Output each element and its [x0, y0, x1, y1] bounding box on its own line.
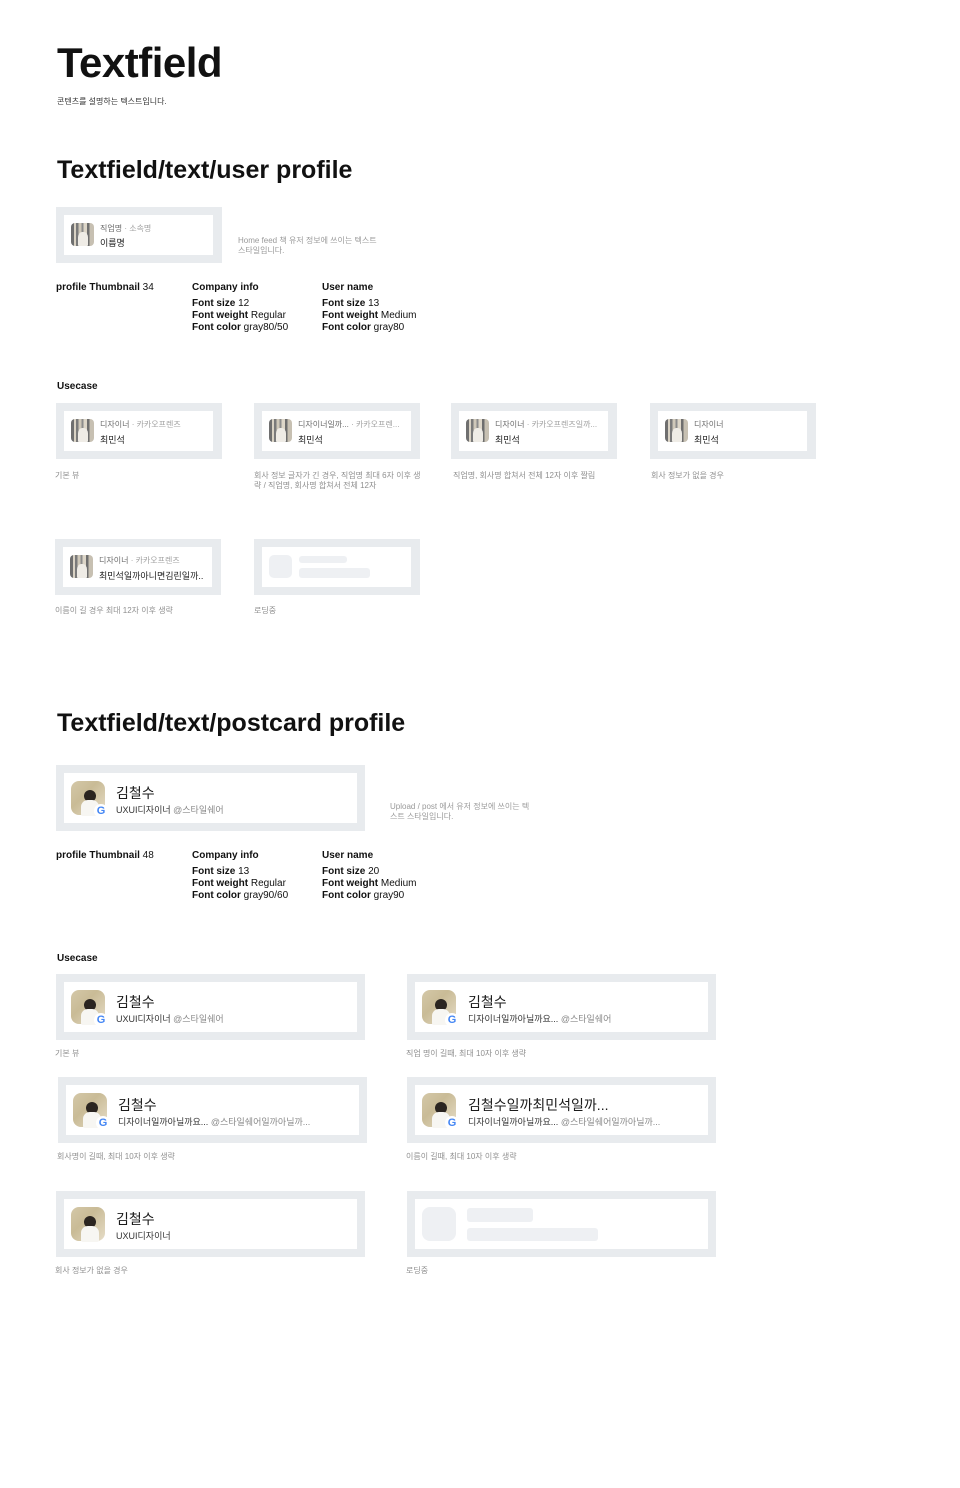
profile-thumbnail: G	[422, 990, 459, 1027]
company-info: UXUI디자이너 @스타일쉐어	[116, 1014, 224, 1024]
google-icon: G	[445, 1013, 459, 1027]
skeleton-thumbnail	[269, 555, 292, 578]
user-profile-note: Home feed 책 유저 정보에 쓰이는 텍스트 스타일입니다.	[238, 236, 377, 256]
section-title-postcard-profile: Textfield/text/postcard profile	[57, 709, 406, 737]
usecase-card: G 김철수일까최민석일까... 디자이너일까아닐까요... @스타일쉐어일까아닐…	[407, 1077, 716, 1143]
company-info: UXUI디자이너	[116, 1231, 171, 1241]
usecase-caption: 기본 뷰	[55, 471, 80, 480]
spec-company-info: Company info Font size 13 Font weight Re…	[192, 850, 289, 901]
company-info: 디자이너일까아닐까요... @스타일쉐어일까아닐까...	[468, 1117, 661, 1127]
page-description: 콘텐츠를 설명하는 텍스트입니다.	[57, 97, 167, 106]
company-info: 디자이너	[694, 420, 724, 429]
google-icon: G	[94, 1013, 108, 1027]
company-info: 디자이너일까아닐까요... @스타일쉐어	[468, 1014, 612, 1024]
spec-thumbnail: profile Thumbnail 48	[56, 850, 154, 861]
usecase-card: 디자이너 · 카카오프렌즈일까... 최민석	[451, 403, 617, 459]
usecase-card-loading	[407, 1191, 716, 1257]
user-name: 이름명	[100, 238, 125, 248]
usecase-caption: 로딩중	[406, 1266, 429, 1275]
profile-thumbnail: G	[71, 781, 108, 818]
user-name: 김철수일까최민석일까...	[468, 1097, 609, 1113]
usecase-caption: 회사 정보가 없을 경우	[651, 471, 724, 480]
user-name: 김철수	[116, 1211, 155, 1227]
user-name: 김철수	[116, 994, 155, 1010]
skeleton-line	[299, 568, 370, 578]
usecase-card: 디자이너 · 카카오프렌즈 최민석	[56, 403, 222, 459]
user-name: 최민석	[298, 435, 323, 445]
user-name: 최민석	[100, 435, 125, 445]
postcard-profile-note: Upload / post 에서 유저 정보에 쓰이는 텍스트 스타일입니다.	[390, 802, 530, 822]
usecase-card: G 김철수 디자이너일까아닐까요... @스타일쉐어	[407, 974, 716, 1040]
usecase-caption: 회사 정보 글자가 긴 경우, 직업명 최대 6자 이후 생략 / 직업명, 회…	[254, 471, 421, 491]
skeleton-line	[467, 1208, 533, 1222]
spec-user-name: User name Font size 13 Font weight Mediu…	[322, 282, 417, 333]
user-name: 최민석	[694, 435, 719, 445]
user-name: 김철수	[116, 785, 155, 801]
usecase-caption: 이름이 길때, 최대 10자 이후 생략	[406, 1152, 517, 1161]
company-info: 직업명 · 소속명	[100, 224, 152, 233]
spec-company-info: Company info Font size 12 Font weight Re…	[192, 282, 289, 333]
usecase-card: 김철수 UXUI디자이너	[56, 1191, 365, 1257]
user-profile-example-frame: 직업명 · 소속명 이름명	[56, 207, 222, 263]
usecase-card: 디자이너 · 카카오프렌즈 최민석일까아니면김린일까..	[55, 539, 221, 595]
profile-thumbnail	[665, 419, 688, 442]
usecase-card: G 김철수 디자이너일까아닐까요... @스타일쉐어일까아닐까...	[58, 1077, 367, 1143]
profile-thumbnail	[269, 419, 292, 442]
user-name: 최민석	[495, 435, 520, 445]
profile-thumbnail	[71, 223, 94, 246]
skeleton-line	[467, 1228, 598, 1241]
profile-thumbnail	[71, 1207, 105, 1242]
postcard-profile-example-frame: G 김철수 UXUI디자이너 @스타일쉐어	[56, 765, 365, 831]
profile-thumbnail	[70, 555, 93, 578]
usecase-card-loading	[254, 539, 420, 595]
company-info: 디자이너일까아닐까요... @스타일쉐어일까아닐까...	[118, 1117, 311, 1127]
user-name: 최민석일까아니면김린일까..	[99, 571, 204, 581]
company-info: 디자이너 · 카카오프렌즈일까...	[495, 420, 598, 429]
user-name: 김철수	[118, 1097, 157, 1113]
usecase-card: 디자이너일까... · 카카오프렌... 최민석	[254, 403, 420, 459]
google-icon: G	[445, 1116, 459, 1130]
usecase-card: G 김철수 UXUI디자이너 @스타일쉐어	[56, 974, 365, 1040]
user-name: 김철수	[468, 994, 507, 1010]
usecase-caption: 회사 정보가 없을 경우	[55, 1266, 128, 1275]
usecase-title: Usecase	[57, 381, 98, 392]
google-icon: G	[94, 804, 108, 818]
usecase-title: Usecase	[57, 953, 98, 964]
usecase-card: 디자이너 최민석	[650, 403, 816, 459]
google-icon: G	[96, 1116, 110, 1130]
profile-thumbnail: G	[73, 1093, 110, 1130]
usecase-caption: 기본 뷰	[55, 1049, 80, 1058]
skeleton-thumbnail	[422, 1207, 456, 1241]
profile-thumbnail	[466, 419, 489, 442]
profile-thumbnail: G	[422, 1093, 459, 1130]
section-title-user-profile: Textfield/text/user profile	[57, 156, 353, 184]
profile-thumbnail	[71, 419, 94, 442]
usecase-caption: 직업명, 회사명 합쳐서 전체 12자 이후 짤림	[453, 471, 596, 480]
company-info: 디자이너 · 카카오프렌즈	[100, 420, 181, 429]
company-info: UXUI디자이너 @스타일쉐어	[116, 805, 224, 815]
company-info: 디자이너 · 카카오프렌즈	[99, 556, 180, 565]
profile-thumbnail: G	[71, 990, 108, 1027]
page-title: Textfield	[57, 39, 223, 86]
usecase-caption: 이름이 길 경우 최대 12자 이후 생략	[55, 606, 173, 615]
company-info: 디자이너일까... · 카카오프렌...	[298, 420, 400, 429]
spec-user-name: User name Font size 20 Font weight Mediu…	[322, 850, 417, 901]
usecase-caption: 회사명이 길때, 최대 10자 이후 생략	[57, 1152, 175, 1161]
spec-thumbnail: profile Thumbnail 34	[56, 282, 154, 293]
usecase-caption: 로딩중	[254, 606, 277, 615]
usecase-caption: 직업 명이 길때, 최대 10자 이후 생략	[406, 1049, 527, 1058]
skeleton-line	[299, 556, 347, 563]
